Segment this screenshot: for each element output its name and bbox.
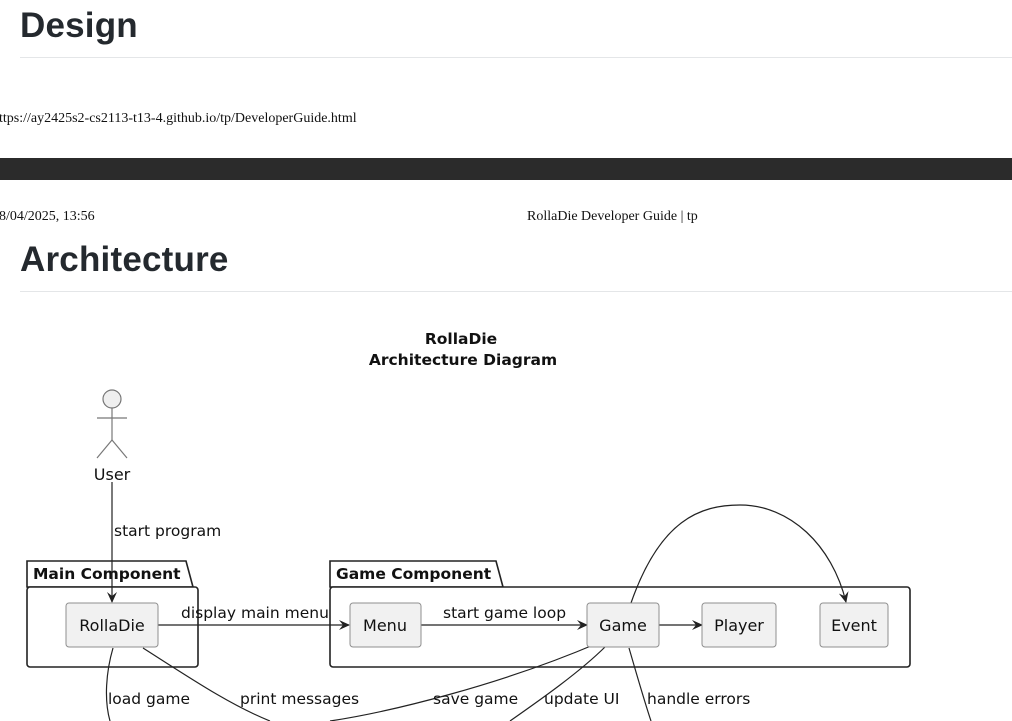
user-actor xyxy=(96,389,128,459)
player-node-label: Player xyxy=(714,616,764,635)
event-node-label: Event xyxy=(831,616,877,635)
game-component-label: Game Component xyxy=(336,565,492,583)
edge-label-display-main-menu: display main menu xyxy=(181,604,329,622)
rolladie-node-label: RollaDie xyxy=(79,616,145,635)
edge-label-update-ui: update UI xyxy=(544,690,619,708)
user-actor-label: User xyxy=(94,465,131,484)
edge-label-start-program: start program xyxy=(114,522,221,540)
edge-label-load-game: load game xyxy=(108,690,190,708)
edge-label-start-game-loop: start game loop xyxy=(443,604,566,622)
edge-label-handle-errors: handle errors xyxy=(647,690,750,708)
main-component-label: Main Component xyxy=(33,565,181,583)
menu-node-label: Menu xyxy=(363,616,407,635)
game-node-label: Game xyxy=(599,616,647,635)
diagram-title-line2: Architecture Diagram xyxy=(369,351,557,369)
diagram-title-line1: RollaDie xyxy=(425,330,497,348)
architecture-diagram: RollaDie Architecture Diagram User Main … xyxy=(26,330,911,721)
edge-label-print-messages: print messages xyxy=(240,690,359,708)
edge-label-save-game: save game xyxy=(433,690,518,708)
